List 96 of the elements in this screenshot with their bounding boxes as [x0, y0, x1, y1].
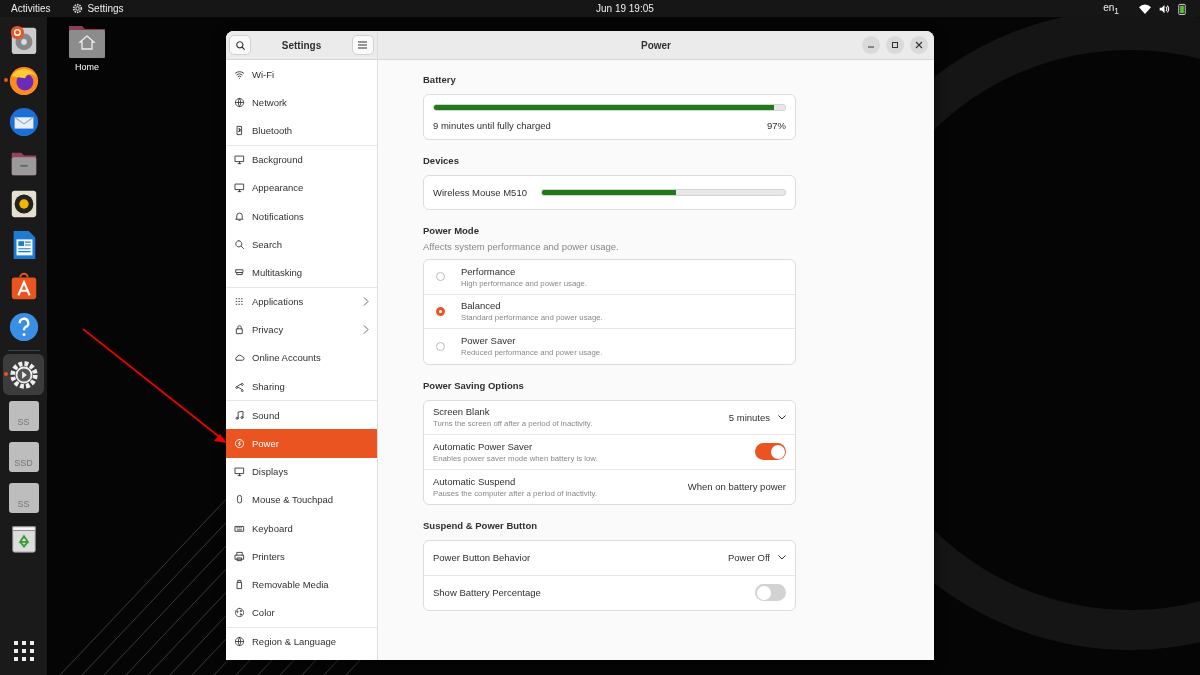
- option-title: Power Saver: [461, 335, 517, 347]
- radio-button[interactable]: [436, 306, 445, 316]
- dropdown[interactable]: 5 minutes: [728, 411, 786, 423]
- settings-icon[interactable]: [7, 358, 40, 391]
- section-heading: Power Mode: [423, 225, 480, 237]
- grid-icon: [234, 296, 245, 308]
- windows-icon: [234, 266, 245, 278]
- monitor-icon: [234, 154, 245, 166]
- printer-icon: [234, 550, 245, 562]
- sidebar-item[interactable]: Appearance: [226, 173, 377, 202]
- volume-icon[interactable]: [1159, 3, 1170, 14]
- sidebar-item[interactable]: Bluetooth: [226, 116, 377, 145]
- setting-title: Show Battery Percentage: [433, 587, 542, 599]
- section-subtitle: Affects system performance and power usage.: [423, 241, 620, 252]
- battery-percent: 97%: [767, 120, 786, 131]
- search-button[interactable]: [229, 35, 251, 55]
- sidebar-item[interactable]: Mouse & Touchpad: [226, 485, 377, 514]
- mail-icon[interactable]: [7, 105, 40, 138]
- sidebar-item[interactable]: Network: [226, 88, 377, 117]
- search-icon: [234, 238, 245, 250]
- setting-title: Power Button Behavior: [433, 552, 532, 564]
- running-indicator: [4, 372, 8, 376]
- share-icon: [234, 380, 245, 392]
- monitor-icon: [234, 182, 245, 194]
- running-indicator: [4, 78, 8, 82]
- activities-button[interactable]: Activities: [0, 3, 62, 14]
- toggle-switch[interactable]: [755, 443, 786, 461]
- help-icon[interactable]: [7, 310, 40, 343]
- sidebar-item[interactable]: Region & Language: [226, 627, 377, 656]
- clock[interactable]: Jun 19 19:05: [596, 3, 654, 14]
- battery-status: 9 minutes until fully charged: [433, 120, 551, 131]
- option-title: Balanced: [461, 300, 502, 312]
- music-note-icon: [234, 409, 245, 421]
- usb-stick-icon: [234, 578, 245, 590]
- setting-title: Automatic Suspend: [433, 475, 517, 487]
- bluetooth-icon: [234, 124, 245, 136]
- maximize-icon: [891, 41, 899, 49]
- device-name: Wireless Mouse M510: [433, 187, 527, 198]
- sidebar-item[interactable]: Color: [226, 598, 377, 627]
- battery-icon[interactable]: [1178, 2, 1186, 15]
- chevron-right-icon: [363, 297, 369, 307]
- menu-button[interactable]: [352, 35, 374, 55]
- wifi-icon[interactable]: [1139, 3, 1151, 14]
- chevron-right-icon: [363, 325, 369, 335]
- sidebar-item[interactable]: Multitasking: [226, 258, 377, 287]
- dropdown[interactable]: Power Off: [727, 552, 786, 564]
- sidebar-item[interactable]: Removable Media: [226, 570, 377, 599]
- close-button[interactable]: [910, 36, 928, 54]
- mouse-icon: [234, 494, 245, 506]
- section-heading: Suspend & Power Button: [423, 520, 538, 532]
- chevron-down-icon: [778, 555, 786, 561]
- globe-icon: [234, 96, 245, 108]
- section-heading: Devices: [423, 155, 460, 167]
- chevron-down-icon: [778, 414, 786, 420]
- section-heading: Battery: [423, 74, 457, 86]
- minimize-button[interactable]: [862, 36, 880, 54]
- sidebar-item[interactable]: Online Accounts: [226, 343, 377, 373]
- globe-icon: [234, 636, 245, 648]
- setting-title: Automatic Power Saver: [433, 440, 534, 452]
- sidebar-item[interactable]: Background: [226, 145, 377, 174]
- cloud-icon: [234, 352, 245, 364]
- sidebar-item[interactable]: Displays: [226, 457, 377, 486]
- app-menu-button[interactable]: Settings: [61, 3, 135, 14]
- setting-value[interactable]: When on battery power: [687, 481, 786, 493]
- option-title: Performance: [461, 265, 517, 277]
- close-icon: [915, 41, 923, 49]
- maximize-button[interactable]: [886, 36, 904, 54]
- toggle-switch[interactable]: [755, 584, 786, 602]
- power-icon: [234, 438, 245, 450]
- sidebar-item[interactable]: Wi-Fi: [226, 60, 377, 89]
- sidebar-item[interactable]: Privacy: [226, 315, 377, 344]
- sidebar-item[interactable]: Sharing: [226, 372, 377, 401]
- keyboard-layout[interactable]: en$_{1}$: [1103, 1, 1119, 16]
- sidebar-title: Settings: [281, 39, 322, 51]
- sidebar-item[interactable]: Applications: [226, 287, 377, 316]
- sidebar-item[interactable]: Keyboard: [226, 514, 377, 543]
- monitor-icon: [234, 466, 245, 478]
- sidebar-item[interactable]: Power: [226, 429, 377, 458]
- sidebar-item[interactable]: Printers: [226, 542, 377, 571]
- gear-icon: [72, 3, 84, 14]
- bell-icon: [234, 210, 245, 222]
- window-title: Power: [641, 39, 671, 51]
- sidebar-item[interactable]: Search: [226, 230, 377, 259]
- palette-icon: [234, 607, 245, 619]
- browser-icon[interactable]: [7, 64, 40, 97]
- lock-icon: [234, 324, 245, 336]
- home-folder-icon[interactable]: [69, 24, 105, 58]
- menu-icon: [358, 41, 368, 49]
- sidebar-item[interactable]: Notifications: [226, 201, 377, 231]
- sidebar-item[interactable]: Sound: [226, 401, 377, 430]
- wifi-icon: [234, 68, 245, 80]
- icon-label[interactable]: Home: [75, 62, 99, 72]
- setting-title: Screen Blank: [433, 406, 491, 418]
- section-heading: Power Saving Options: [423, 379, 525, 392]
- app-grid-icon[interactable]: [13, 641, 34, 661]
- search-icon: [234, 39, 246, 51]
